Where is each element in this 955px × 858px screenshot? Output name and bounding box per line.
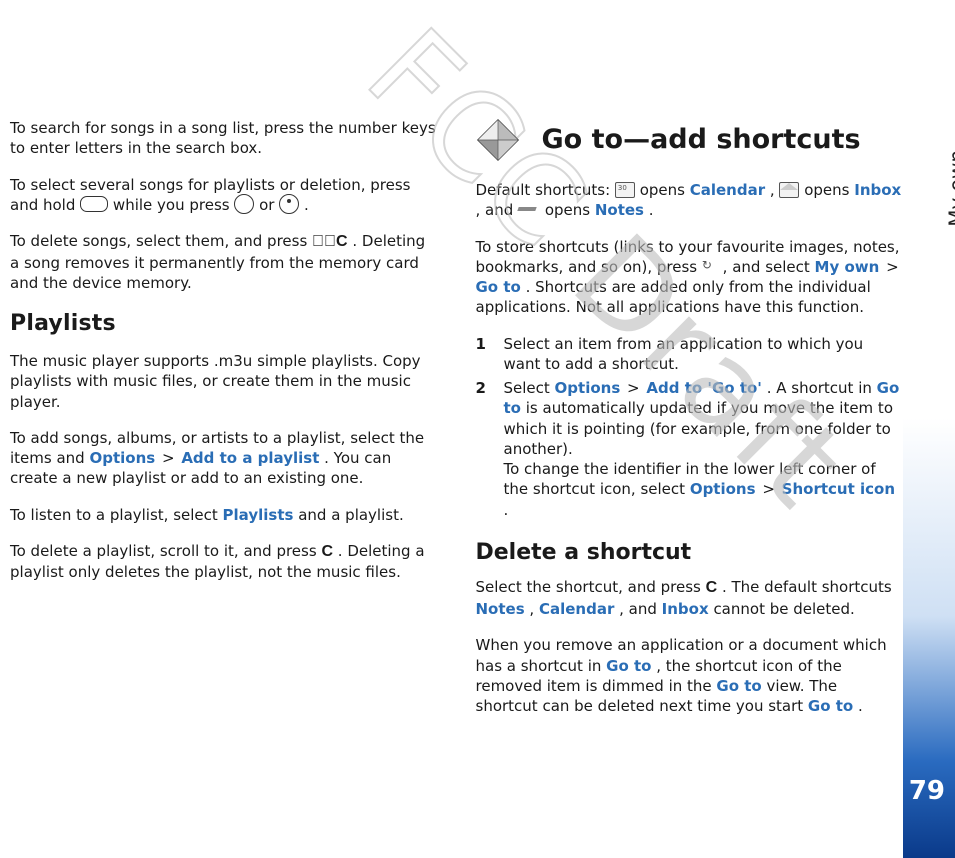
link-options: Options (690, 480, 756, 498)
step-number: 2 (476, 378, 490, 520)
inbox-icon (779, 182, 799, 198)
link-notes: Notes (476, 600, 525, 618)
section-tab-label: My own (945, 150, 955, 227)
heading-playlists: Playlists (10, 309, 438, 339)
step-text: Select Options > Add to 'Go to' . A shor… (504, 378, 904, 520)
para-m3u: The music player supports .m3u simple pl… (10, 351, 438, 412)
link-inbox: Inbox (662, 600, 709, 618)
link-add-to-playlist: Add to a playlist (181, 449, 319, 467)
content-columns: To search for songs in a song list, pres… (0, 0, 955, 772)
link-playlists: Playlists (223, 506, 294, 524)
diamond-icon (476, 118, 520, 162)
para-default-shortcuts: Default shortcuts: opens Calendar , open… (476, 180, 904, 221)
step-text: Select an item from an application to wh… (504, 334, 904, 375)
calendar-icon (615, 182, 635, 198)
link-options: Options (555, 379, 621, 397)
section-header-goto: Go to—add shortcuts (476, 118, 904, 162)
right-rail: My own 79 (903, 0, 955, 858)
step-2: 2 Select Options > Add to 'Go to' . A sh… (476, 378, 904, 520)
link-go-to: Go to (808, 697, 853, 715)
heading-delete-shortcut: Delete a shortcut (476, 538, 904, 568)
manual-page: FCC Draft To search for songs in a song … (0, 0, 955, 858)
step-number: 1 (476, 334, 490, 375)
link-shortcut-icon: Shortcut icon (782, 480, 895, 498)
clear-key-c-3: C (706, 577, 718, 599)
para-store-shortcuts: To store shortcuts (links to your favour… (476, 237, 904, 318)
para-add-to-playlist: To add songs, albums, or artists to a pl… (10, 428, 438, 489)
para-search: To search for songs in a song list, pres… (10, 118, 438, 159)
menu-key-icon (702, 260, 718, 272)
clear-key-c-2: C (321, 541, 333, 563)
clear-key-c: C (336, 231, 348, 253)
para-delete-songs: To delete songs, select them, and press … (10, 231, 438, 293)
para-remove-app: When you remove an application or a docu… (476, 635, 904, 716)
para-listen: To listen to a playlist, select Playlist… (10, 505, 438, 525)
link-calendar: Calendar (539, 600, 614, 618)
page-number: 79 (909, 776, 945, 806)
heading-goto: Go to—add shortcuts (542, 122, 861, 158)
right-column: Go to—add shortcuts Default shortcuts: o… (476, 118, 904, 732)
para-delete-shortcut: Select the shortcut, and press C . The d… (476, 577, 904, 619)
step-1: 1 Select an item from an application to … (476, 334, 904, 375)
pencil-key-icon (80, 196, 108, 212)
joystick-key-icon (279, 194, 299, 214)
link-options: Options (89, 449, 155, 467)
link-notes: Notes (595, 201, 644, 219)
link-calendar: Calendar (690, 181, 765, 199)
link-go-to: Go to (476, 278, 521, 296)
para-select-multi: To select several songs for playlists or… (10, 175, 438, 216)
link-my-own: My own (815, 258, 880, 276)
clear-key-icon: �⃠ (312, 231, 336, 253)
notes-icon (518, 205, 540, 215)
para-delete-playlist: To delete a playlist, scroll to it, and … (10, 541, 438, 583)
link-inbox: Inbox (854, 181, 901, 199)
link-go-to: Go to (606, 657, 651, 675)
link-go-to: Go to (716, 677, 761, 695)
left-column: To search for songs in a song list, pres… (0, 118, 438, 732)
scroll-key-icon (234, 194, 254, 214)
link-add-to-goto: Add to 'Go to' (646, 379, 762, 397)
steps-list: 1 Select an item from an application to … (476, 334, 904, 520)
